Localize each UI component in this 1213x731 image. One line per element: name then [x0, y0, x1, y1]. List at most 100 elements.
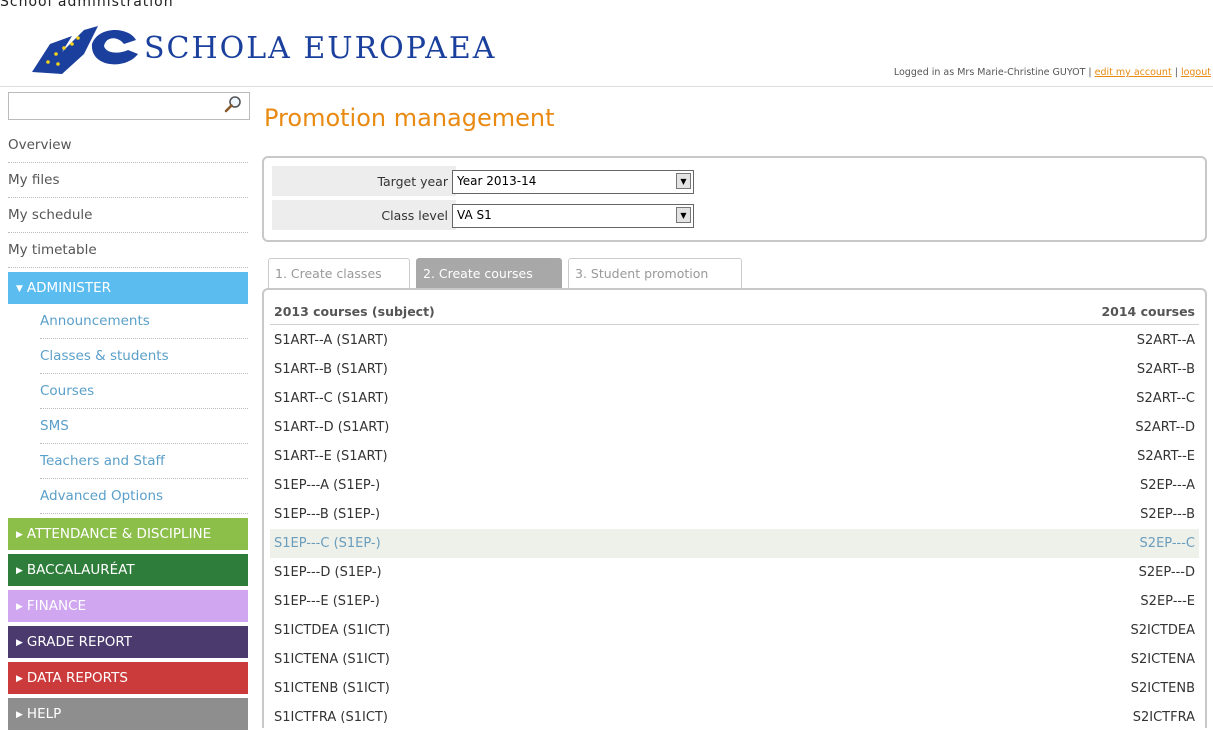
course-2014-cell: S2ART--A: [1136, 333, 1195, 348]
nav-my-schedule[interactable]: My schedule: [8, 198, 248, 233]
section-data-reports[interactable]: ▶ DATA REPORTS: [8, 662, 248, 694]
course-2014-cell: S2ART--C: [1136, 391, 1195, 406]
table-row[interactable]: S1ART--E (S1ART) S2ART--E: [270, 442, 1199, 471]
subitem-courses[interactable]: Courses: [40, 374, 248, 409]
login-info: Logged in as Mrs Marie-Christine GUYOT |…: [894, 67, 1211, 78]
section-attendance-discipline[interactable]: ▶ ATTENDANCE & DISCIPLINE: [8, 518, 248, 550]
course-2013-cell: S1EP---D (S1EP-): [274, 565, 382, 580]
table-row[interactable]: S1ART--B (S1ART) S2ART--B: [270, 355, 1199, 384]
section-label: BACCALAURÉAT: [26, 562, 135, 578]
tab-student-promotion[interactable]: 3. Student promotion: [568, 258, 742, 288]
main-content: Promotion management Target year Year 20…: [262, 92, 1207, 728]
triangle-right-icon: ▶: [16, 710, 23, 720]
target-year-label: Target year: [377, 174, 448, 189]
filter-panel: Target year Year 2013-14 ▼ Class level V…: [262, 156, 1207, 242]
course-2013-cell: S1ART--A (S1ART): [274, 333, 388, 348]
course-2014-cell: S2ICTENA: [1130, 652, 1195, 667]
search-input[interactable]: [9, 93, 217, 117]
target-year-value: Year 2013-14: [457, 174, 537, 188]
col-2014-courses: 2014 courses: [1101, 304, 1195, 319]
subitem-advanced-options[interactable]: Advanced Options: [40, 479, 248, 514]
course-2013-cell: S1EP---B (S1EP-): [274, 507, 381, 522]
class-level-label: Class level: [381, 208, 448, 223]
course-2014-cell: S2ICTFRA: [1132, 710, 1195, 725]
course-2014-cell: S2EP---C: [1139, 536, 1195, 551]
table-row[interactable]: S1ART--A (S1ART) S2ART--A: [270, 326, 1199, 355]
triangle-right-icon: ▶: [16, 566, 23, 576]
table-row[interactable]: S1ART--C (S1ART) S2ART--C: [270, 384, 1199, 413]
section-grade-report[interactable]: ▶ GRADE REPORT: [8, 626, 248, 658]
section-administer[interactable]: ▼ ADMINISTER: [8, 272, 248, 304]
subitem-sms[interactable]: SMS: [40, 409, 248, 444]
logged-in-text: Logged in as Mrs Marie-Christine GUYOT |: [893, 67, 1092, 78]
edit-account-link[interactable]: edit my account: [1095, 67, 1172, 78]
course-2014-cell: S2ICTENB: [1130, 681, 1195, 696]
table-row[interactable]: S1ICTFRA (S1ICT) S2ICTFRA: [270, 703, 1199, 728]
course-2013-cell: S1ICTENB (S1ICT): [274, 681, 390, 696]
nav-my-timetable[interactable]: My timetable: [8, 233, 248, 268]
course-2013-cell: S1ART--D (S1ART): [274, 420, 390, 435]
subitem-announcements[interactable]: Announcements: [40, 304, 248, 339]
course-2013-cell: S1ICTFRA (S1ICT): [274, 710, 388, 725]
course-2013-cell: S1EP---A (S1EP-): [274, 478, 381, 493]
course-2013-cell: S1ART--C (S1ART): [274, 391, 389, 406]
top-strip-text: School administration: [0, 0, 174, 10]
course-2014-cell: S2ART--E: [1137, 449, 1195, 464]
triangle-right-icon: ▶: [16, 530, 23, 540]
subitem-classes-students[interactable]: Classes & students: [40, 339, 248, 374]
table-row[interactable]: S1EP---E (S1EP-) S2EP---E: [270, 587, 1199, 616]
course-2013-cell: S1EP---C (S1EP-): [274, 536, 381, 551]
triangle-right-icon: ▶: [16, 602, 23, 612]
section-label: ATTENDANCE & DISCIPLINE: [26, 526, 212, 542]
target-year-select[interactable]: Year 2013-14 ▼: [452, 170, 694, 194]
course-2014-cell: S2EP---D: [1138, 565, 1195, 580]
section-label: DATA REPORTS: [26, 670, 128, 686]
sidebar: Overview My files My schedule My timetab…: [8, 92, 256, 730]
table-row[interactable]: S1EP---A (S1EP-) S2EP---A: [270, 471, 1199, 500]
tab-create-courses[interactable]: 2. Create courses: [416, 258, 562, 288]
nav-my-files[interactable]: My files: [8, 163, 248, 198]
class-level-row: Class level: [272, 200, 456, 230]
table-row[interactable]: S1EP---D (S1EP-) S2EP---D: [270, 558, 1199, 587]
subitem-teachers-staff[interactable]: Teachers and Staff: [40, 444, 248, 479]
section-help[interactable]: ▶ HELP: [8, 698, 248, 730]
section-finance[interactable]: ▶ FINANCE: [8, 590, 248, 622]
nav-overview[interactable]: Overview: [8, 128, 248, 163]
triangle-right-icon: ▶: [16, 638, 23, 648]
dropdown-arrow-icon[interactable]: ▼: [676, 207, 691, 223]
triangle-right-icon: ▶: [16, 674, 23, 684]
course-2013-cell: S1ART--E (S1ART): [274, 449, 388, 464]
course-2014-cell: S2ICTDEA: [1130, 623, 1196, 638]
table-header: 2013 courses (subject) 2014 courses: [270, 298, 1199, 325]
section-label: ADMINISTER: [26, 280, 111, 296]
table-row[interactable]: S1ART--D (S1ART) S2ART--D: [270, 413, 1199, 442]
table-row[interactable]: S1ICTENB (S1ICT) S2ICTENB: [270, 674, 1199, 703]
course-2014-cell: S2ART--B: [1136, 362, 1195, 377]
table-row[interactable]: S1EP---C (S1EP-) S2EP---C: [270, 529, 1199, 558]
dropdown-arrow-icon[interactable]: ▼: [676, 173, 691, 189]
login-separator: |: [1174, 67, 1178, 78]
table-row[interactable]: S1EP---B (S1EP-) S2EP---B: [270, 500, 1199, 529]
course-2014-cell: S2ART--D: [1135, 420, 1195, 435]
section-label: FINANCE: [26, 598, 87, 614]
target-year-row: Target year: [272, 166, 456, 196]
course-2014-cell: S2EP---B: [1140, 507, 1195, 522]
tab-create-classes[interactable]: 1. Create classes: [268, 258, 410, 288]
header: School administration SCHOLA EUROPAEA Lo…: [0, 0, 1213, 87]
course-2014-cell: S2EP---E: [1140, 594, 1195, 609]
logo-text: SCHOLA EUROPAEA: [144, 31, 496, 66]
courses-table: 2013 courses (subject) 2014 courses S1AR…: [262, 288, 1207, 728]
table-row[interactable]: S1ICTENA (S1ICT) S2ICTENA: [270, 645, 1199, 674]
course-2014-cell: S2EP---A: [1140, 478, 1195, 493]
class-level-select[interactable]: VA S1 ▼: [452, 204, 694, 228]
page-title: Promotion management: [264, 104, 555, 132]
section-baccalaureat[interactable]: ▶ BACCALAURÉAT: [8, 554, 248, 586]
schola-europaea-logo[interactable]: SCHOLA EUROPAEA: [28, 14, 528, 78]
course-2013-cell: S1ICTDEA (S1ICT): [274, 623, 391, 638]
top-strip: School administration: [0, 0, 1213, 10]
search-box: [8, 92, 250, 120]
search-icon[interactable]: [223, 95, 243, 115]
table-row[interactable]: S1ICTDEA (S1ICT) S2ICTDEA: [270, 616, 1199, 645]
logout-link[interactable]: logout: [1181, 67, 1211, 78]
course-2013-cell: S1ART--B (S1ART): [274, 362, 388, 377]
